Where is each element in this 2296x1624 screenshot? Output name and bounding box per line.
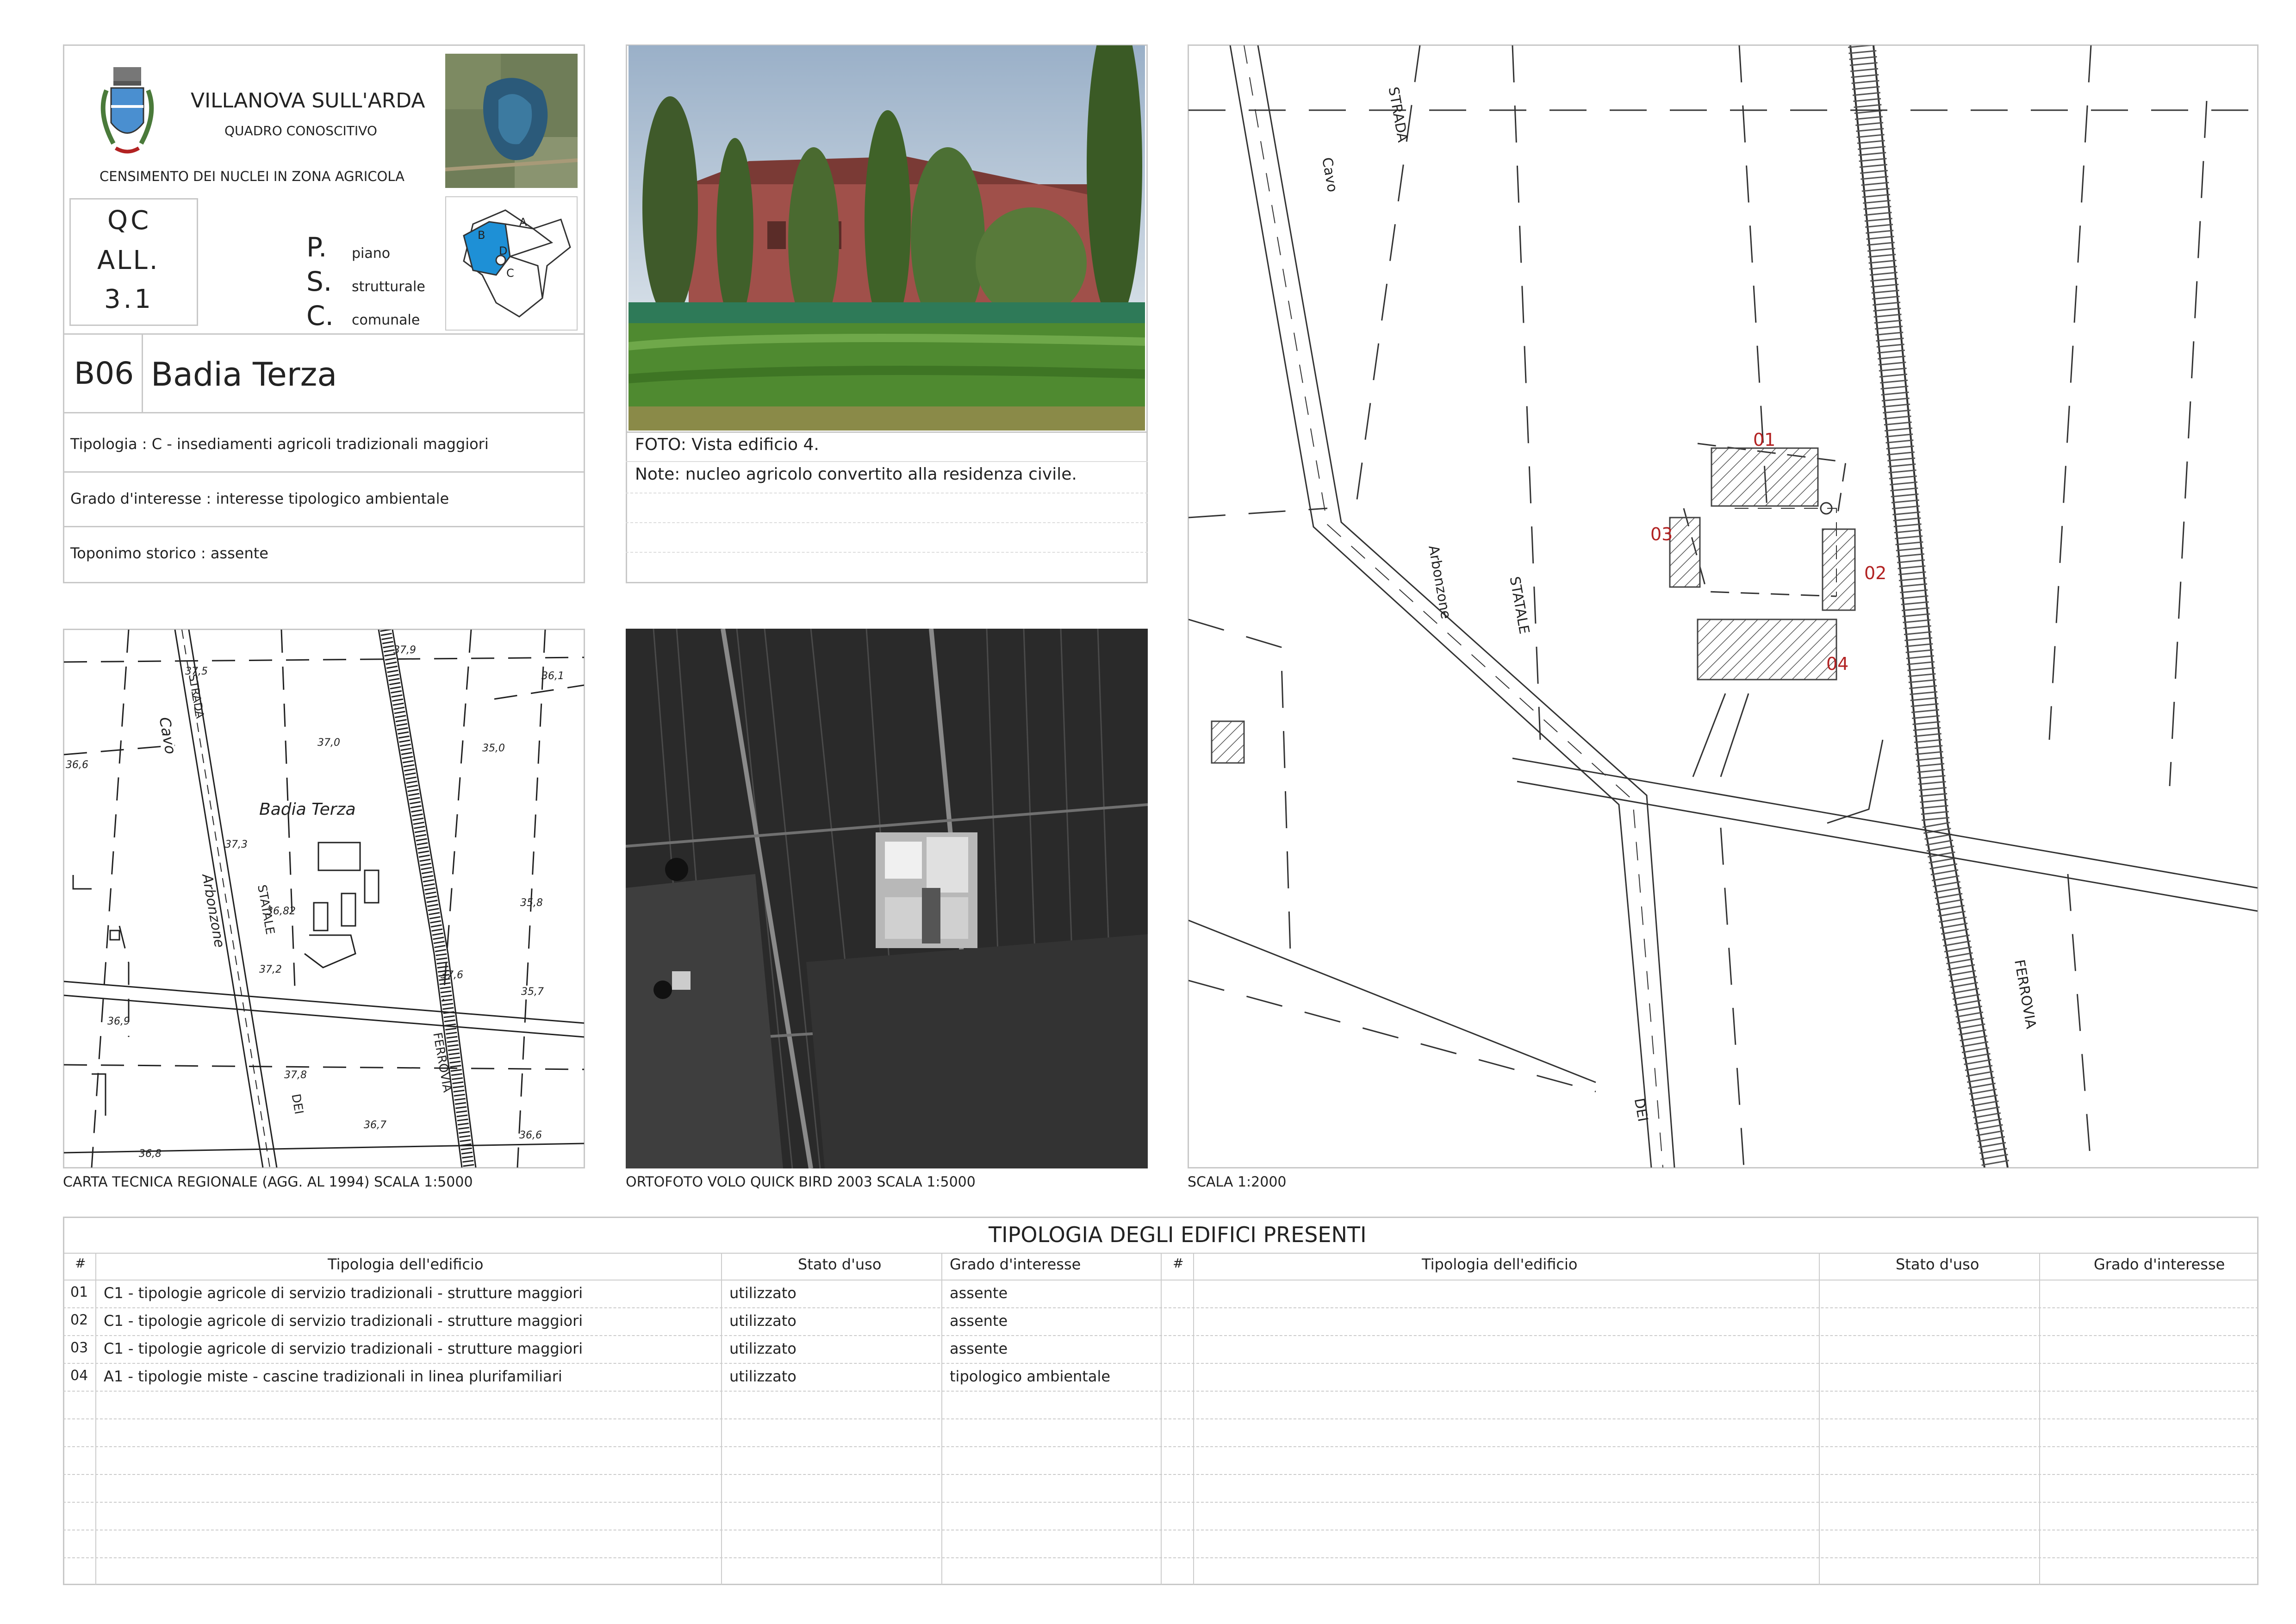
zone-label-a: A [519,216,527,229]
divider [63,1418,2259,1419]
ctr-height: 37,2 [259,964,282,975]
ctr-height: 37,9 [393,644,416,656]
orthophoto [626,629,1148,1168]
ctr-height: 37,5 [185,666,208,677]
qc-line-1: QC [107,206,152,236]
building-photo [628,45,1145,431]
zone-map [445,196,578,331]
zone-label-d: D [499,244,508,257]
table-row-num: 01 [70,1284,88,1300]
qc-line-2: ALL. [97,245,160,275]
ctr-height: 37,0 [317,737,340,749]
building-label-01: 01 [1753,430,1776,450]
table-row-stato: utilizzato [729,1340,796,1357]
divider [63,1557,2259,1558]
table-row-tipologia: C1 - tipologie agricole di servizio trad… [104,1340,583,1357]
table-row-grado: assente [950,1284,1008,1302]
building-label-03: 03 [1650,524,1673,544]
plan-caption: SCALA 1:2000 [1188,1174,1287,1190]
col-header-tipologia-2: Tipologia dell'edificio [1422,1255,1578,1273]
psc-word-comunale: comunale [352,312,420,328]
building-label-04: 04 [1826,654,1849,674]
subtitle: QUADRO CONOSCITIVO [224,123,377,138]
zone-label-c: C [506,267,514,280]
divider [63,1474,2259,1475]
psc-letter-p: P. [306,231,327,263]
table-row-grado: tipologico ambientale [950,1368,1111,1385]
psc-word-piano: piano [352,245,391,262]
table-row-stato: utilizzato [729,1312,796,1330]
ctr-height: 36,6 [66,759,88,771]
qc-line-3: 3.1 [104,284,154,314]
ctr-caption: CARTA TECNICA REGIONALE (AGG. AL 1994) S… [63,1174,473,1190]
divider [63,471,585,473]
table-row-grado: assente [950,1340,1008,1357]
divider [63,1335,2259,1336]
divider [63,1446,2259,1447]
divider [63,1391,2259,1392]
census-title: CENSIMENTO DEI NUCLEI IN ZONA AGRICOLA [100,169,405,184]
nucleus-name: Badia Terza [151,356,337,394]
col-header-num: # [75,1255,86,1271]
ctr-height: 36,9 [107,1016,130,1027]
tipologia-label: Tipologia : C - insediamenti agricoli tr… [70,435,489,453]
col-header-grado-2: Grado d'interesse [2094,1255,2225,1273]
zone-label-b: B [478,229,485,242]
nucleus-code: B06 [74,356,134,391]
table-row-grado: assente [950,1312,1008,1330]
divider [142,333,143,412]
toponimo-label: Toponimo storico : assente [70,544,268,562]
ctr-height: 35,8 [520,897,543,909]
photo-caption: FOTO: Vista edificio 4. [635,435,819,454]
table-row-stato: utilizzato [729,1284,796,1302]
plan-map [1188,45,2258,1168]
divider [626,522,1148,524]
divider [63,1502,2259,1503]
buildings-table-title: TIPOLOGIA DEGLI EDIFICI PRESENTI [989,1222,1367,1247]
table-row-num: 02 [70,1312,88,1328]
col-header-grado: Grado d'interesse [950,1255,1081,1273]
table-row-tipologia: A1 - tipologie miste - cascine tradizion… [104,1368,562,1385]
divider [63,1363,2259,1364]
divider [626,493,1148,494]
ctr-height: 37,8 [284,1069,307,1081]
ctr-height: 36,8 [139,1148,162,1160]
municipality-name: VILLANOVA SULL'ARDA [191,89,425,112]
ctr-height: 36,6 [519,1130,542,1141]
satellite-thumbnail [445,54,578,188]
divider [626,552,1148,554]
col-header-num-2: # [1173,1255,1184,1271]
divider [626,461,1148,462]
col-header-tipologia: Tipologia dell'edificio [328,1255,484,1273]
col-header-stato: Stato d'uso [798,1255,882,1273]
ctr-height: 37,3 [225,839,248,850]
ctr-height: 35,0 [482,743,505,754]
grado-label: Grado d'interesse : interesse tipologico… [70,490,449,507]
psc-word-strutturale: strutturale [352,279,425,295]
photo-note: Note: nucleo agricolo convertito alla re… [635,465,1077,484]
divider [63,1307,2259,1308]
psc-letter-c: C. [306,300,334,331]
ctr-height: 35,7 [521,986,544,998]
divider [626,431,1148,433]
ctr-height: 37,6 [441,969,463,981]
ctr-map [64,630,584,1168]
ctr-label-place: Badia Terza [259,800,356,819]
divider [63,526,585,527]
col-header-stato-2: Stato d'uso [1896,1255,1979,1273]
divider [63,412,585,413]
table-row-num: 04 [70,1368,88,1384]
building-label-02: 02 [1864,563,1887,583]
coat-of-arms-icon [93,62,162,160]
table-row-tipologia: C1 - tipologie agricole di servizio trad… [104,1312,583,1330]
ctr-height: 36,7 [364,1119,386,1131]
ctr-height: 36,82 [267,906,296,917]
table-row-num: 03 [70,1340,88,1356]
ctr-height: 36,1 [541,670,564,682]
psc-letter-s: S. [306,266,332,297]
table-row-stato: utilizzato [729,1368,796,1385]
ortho-caption: ORTOFOTO VOLO QUICK BIRD 2003 SCALA 1:50… [626,1174,976,1190]
table-row-tipologia: C1 - tipologie agricole di servizio trad… [104,1284,583,1302]
